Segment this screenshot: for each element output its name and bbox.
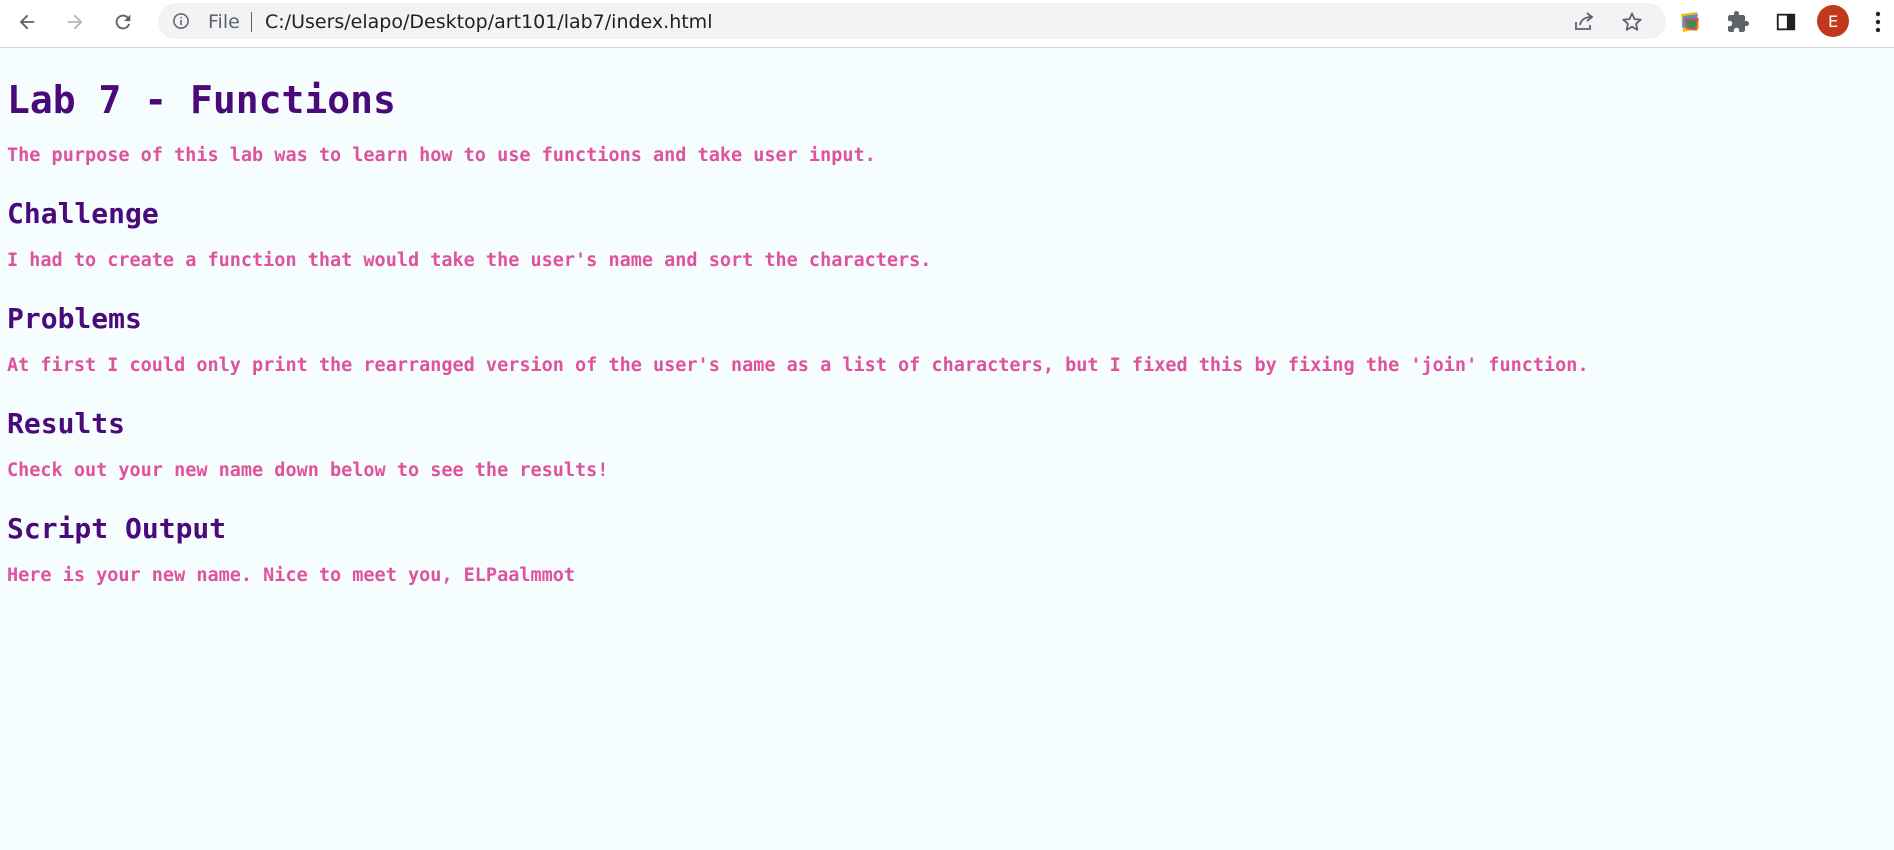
url-separator (251, 12, 252, 32)
address-bar[interactable]: File C:/Users/elapo/Desktop/art101/lab7/… (158, 3, 1666, 39)
extensions-button[interactable] (1718, 4, 1758, 40)
script-output-heading: Script Output (7, 512, 227, 545)
back-button[interactable] (7, 4, 47, 40)
page-title: Lab 7 - Functions (7, 78, 396, 122)
url-text[interactable]: C:/Users/elapo/Desktop/art101/lab7/index… (265, 11, 712, 33)
challenge-text: I had to create a function that would ta… (7, 250, 932, 271)
kebab-menu-icon (1875, 11, 1881, 33)
side-panel-icon (1776, 13, 1796, 31)
results-heading: Results (7, 407, 126, 440)
results-text: Check out your new name down below to se… (7, 460, 609, 481)
forward-arrow-icon (67, 14, 83, 30)
problems-heading: Problems (7, 302, 142, 335)
share-icon[interactable] (1572, 10, 1596, 34)
reload-icon (115, 14, 131, 30)
problems-text: At first I could only print the rearrang… (7, 355, 1589, 376)
profile-avatar[interactable]: E (1817, 5, 1849, 37)
challenge-heading: Challenge (7, 197, 159, 230)
page-content: Lab 7 - Functions The purpose of this la… (0, 79, 1894, 587)
info-icon[interactable] (172, 12, 190, 30)
extension-app-button[interactable] (1670, 4, 1710, 40)
menu-button[interactable] (1862, 4, 1894, 40)
reload-button[interactable] (103, 4, 143, 40)
puzzle-icon (1728, 11, 1749, 32)
script-output-text: Here is your new name. Nice to meet you,… (7, 565, 576, 586)
star-icon[interactable] (1620, 10, 1644, 34)
forward-button[interactable] (55, 4, 95, 40)
side-panel-button[interactable] (1766, 4, 1806, 40)
url-scheme-label: File (208, 11, 240, 33)
intro-text: The purpose of this lab was to learn how… (7, 145, 876, 166)
browser-toolbar: File C:/Users/elapo/Desktop/art101/lab7/… (0, 0, 1894, 48)
back-arrow-icon (19, 14, 35, 30)
colorful-extension-icon (1681, 12, 1699, 32)
